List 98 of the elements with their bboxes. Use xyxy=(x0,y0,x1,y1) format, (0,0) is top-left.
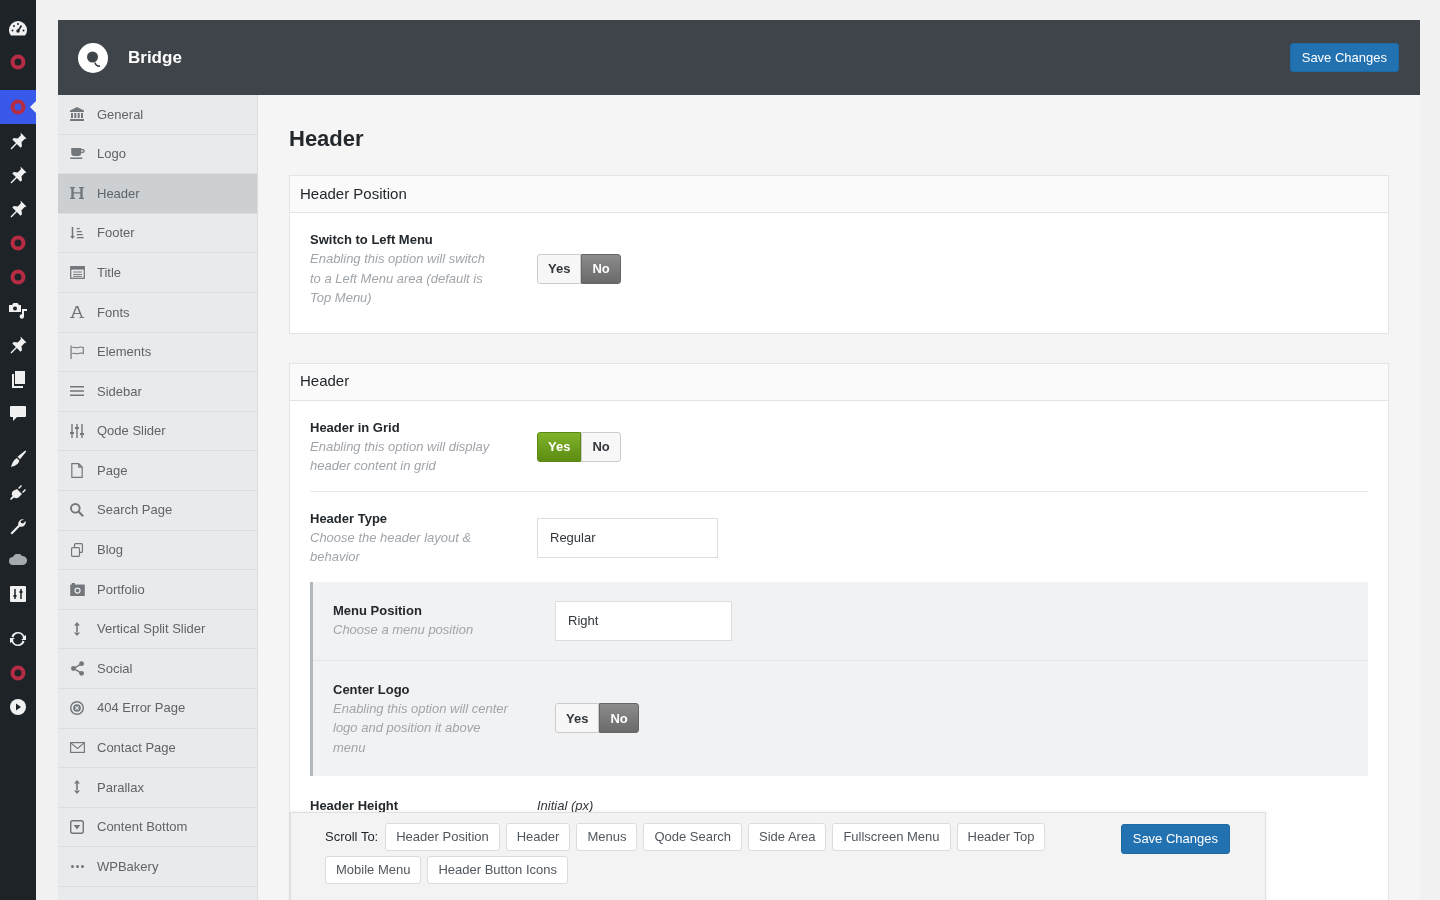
share-icon xyxy=(70,661,84,677)
copy-icon xyxy=(70,542,84,557)
scroll-link[interactable]: Side Area xyxy=(748,823,827,851)
scroll-link[interactable]: Fullscreen Menu xyxy=(832,823,951,851)
wrench-icon xyxy=(10,517,26,535)
setting-label: Header Height xyxy=(310,797,400,815)
ellipsis-icon xyxy=(70,865,84,869)
sidebar-item[interactable]: Footer xyxy=(58,213,257,254)
toggle-option[interactable]: Yes xyxy=(555,703,600,734)
toggle-option[interactable]: Yes xyxy=(537,431,582,462)
toggle-option[interactable]: No xyxy=(581,253,621,284)
sidebar-item[interactable]: Sidebar xyxy=(58,372,257,412)
ring-icon xyxy=(10,665,26,681)
scroll-link[interactable]: Menus xyxy=(576,823,638,851)
select-field[interactable]: Right xyxy=(555,600,732,641)
toggle-option[interactable]: No xyxy=(599,703,639,734)
pushpin-icon xyxy=(9,336,27,354)
admin-menu-item[interactable] xyxy=(0,90,36,124)
sidebar-item[interactable]: Elements xyxy=(58,332,257,373)
document-icon xyxy=(71,463,83,479)
bank-icon xyxy=(70,107,84,122)
sidebar-item[interactable]: Contact Page xyxy=(58,728,257,769)
ring-icon xyxy=(10,54,26,70)
camera-note-icon xyxy=(9,303,27,319)
setting-label: Menu Position xyxy=(333,602,423,621)
setting-label: Header Type xyxy=(310,509,389,528)
logo-icon xyxy=(78,42,108,73)
lines-icon xyxy=(70,386,84,397)
scroll-link[interactable]: Header Top xyxy=(956,823,1046,851)
ring-icon xyxy=(10,269,26,285)
font-icon xyxy=(70,306,84,319)
scroll-link[interactable]: Header Position xyxy=(385,823,500,851)
sliders-icon xyxy=(70,424,84,439)
scroll-link[interactable]: Header xyxy=(505,823,571,851)
window-icon xyxy=(69,266,85,280)
sidebar-item[interactable]: Page xyxy=(58,451,257,491)
sidebar-item[interactable]: Blog xyxy=(58,530,257,571)
theme-name: Bridge xyxy=(128,46,182,69)
sidebar-item[interactable]: Header xyxy=(58,174,257,214)
gauge-icon xyxy=(9,20,27,36)
sidebar-item[interactable]: Social xyxy=(58,649,257,689)
panel-header: Header xyxy=(290,363,1388,401)
select-field[interactable]: Regular xyxy=(537,517,718,558)
refresh-icon xyxy=(10,632,26,646)
pushpin-icon xyxy=(9,132,27,150)
pointer-icon xyxy=(30,101,36,113)
panel-header: Header Position xyxy=(290,176,1388,213)
sort-lines-icon xyxy=(70,227,84,240)
speech-bubble-icon xyxy=(10,405,26,421)
sidebar-item[interactable]: Qode Slider xyxy=(58,411,257,452)
toggle-option[interactable]: No xyxy=(581,431,621,462)
camera-icon xyxy=(69,582,85,596)
scroll-link[interactable]: Qode Search xyxy=(643,823,742,851)
plug-icon xyxy=(10,484,26,500)
setting-description: Choose a menu position xyxy=(333,621,475,640)
sidebar-item[interactable]: Portfolio xyxy=(58,570,257,610)
ring-icon xyxy=(10,235,26,251)
sidebar-item[interactable]: Parallax xyxy=(58,768,257,808)
scroll-link[interactable]: Header Button Icons xyxy=(427,856,568,884)
setting-label: Switch to Left Menu xyxy=(310,231,434,249)
scroll-link[interactable]: Mobile Menu xyxy=(325,856,422,884)
cloud-icon xyxy=(8,554,28,566)
scroll-to-label: Scroll To: xyxy=(325,828,379,847)
play-icon xyxy=(10,699,26,715)
setting-description: Enabling this option will center logo and position it above menu xyxy=(333,699,510,757)
vertical-arrows-icon xyxy=(74,622,80,636)
setting-description: Enabling this option will display header content in grid xyxy=(310,437,491,475)
sidebar-item[interactable]: WPBakery xyxy=(58,847,257,887)
ring-icon xyxy=(10,99,26,115)
field-label: Initial (px) xyxy=(537,797,594,815)
cup-icon xyxy=(69,148,85,160)
sidebar-item[interactable]: Content Bottom xyxy=(58,807,257,848)
dropdown-square-icon xyxy=(70,820,84,834)
sidebar-item[interactable]: 404 Error Page xyxy=(58,688,257,729)
sliders-icon xyxy=(10,586,26,602)
sidebar-item[interactable]: Fonts xyxy=(58,292,257,333)
vertical-arrows-icon xyxy=(74,780,80,795)
search-icon xyxy=(70,503,84,518)
sidebar-item[interactable]: General xyxy=(58,95,257,135)
setting-description: Choose the header layout & behavior xyxy=(310,528,473,566)
documents-icon xyxy=(11,370,25,388)
setting-label: Header in Grid xyxy=(310,418,401,437)
sidebar-item[interactable]: Title xyxy=(58,253,257,293)
setting-description: Enabling this option will switch to a Left Menu area (default is Top Menu) xyxy=(310,250,486,307)
setting-label: Center Logo xyxy=(333,680,411,699)
pushpin-icon xyxy=(9,200,27,218)
flag-icon xyxy=(70,344,84,359)
toggle-option[interactable]: Yes xyxy=(537,253,582,284)
pushpin-icon xyxy=(9,166,27,184)
page-title: Header xyxy=(289,125,365,153)
sidebar-item[interactable]: Vertical Split Slider xyxy=(58,609,257,650)
envelope-icon xyxy=(69,742,85,754)
save-button[interactable]: Save Changes xyxy=(1120,824,1230,854)
x-circle-icon xyxy=(70,701,84,716)
heading-icon xyxy=(70,187,84,200)
sidebar-item[interactable]: Search Page xyxy=(58,490,257,531)
save-button[interactable]: Save Changes xyxy=(1289,43,1399,72)
paintbrush-icon xyxy=(9,449,27,467)
